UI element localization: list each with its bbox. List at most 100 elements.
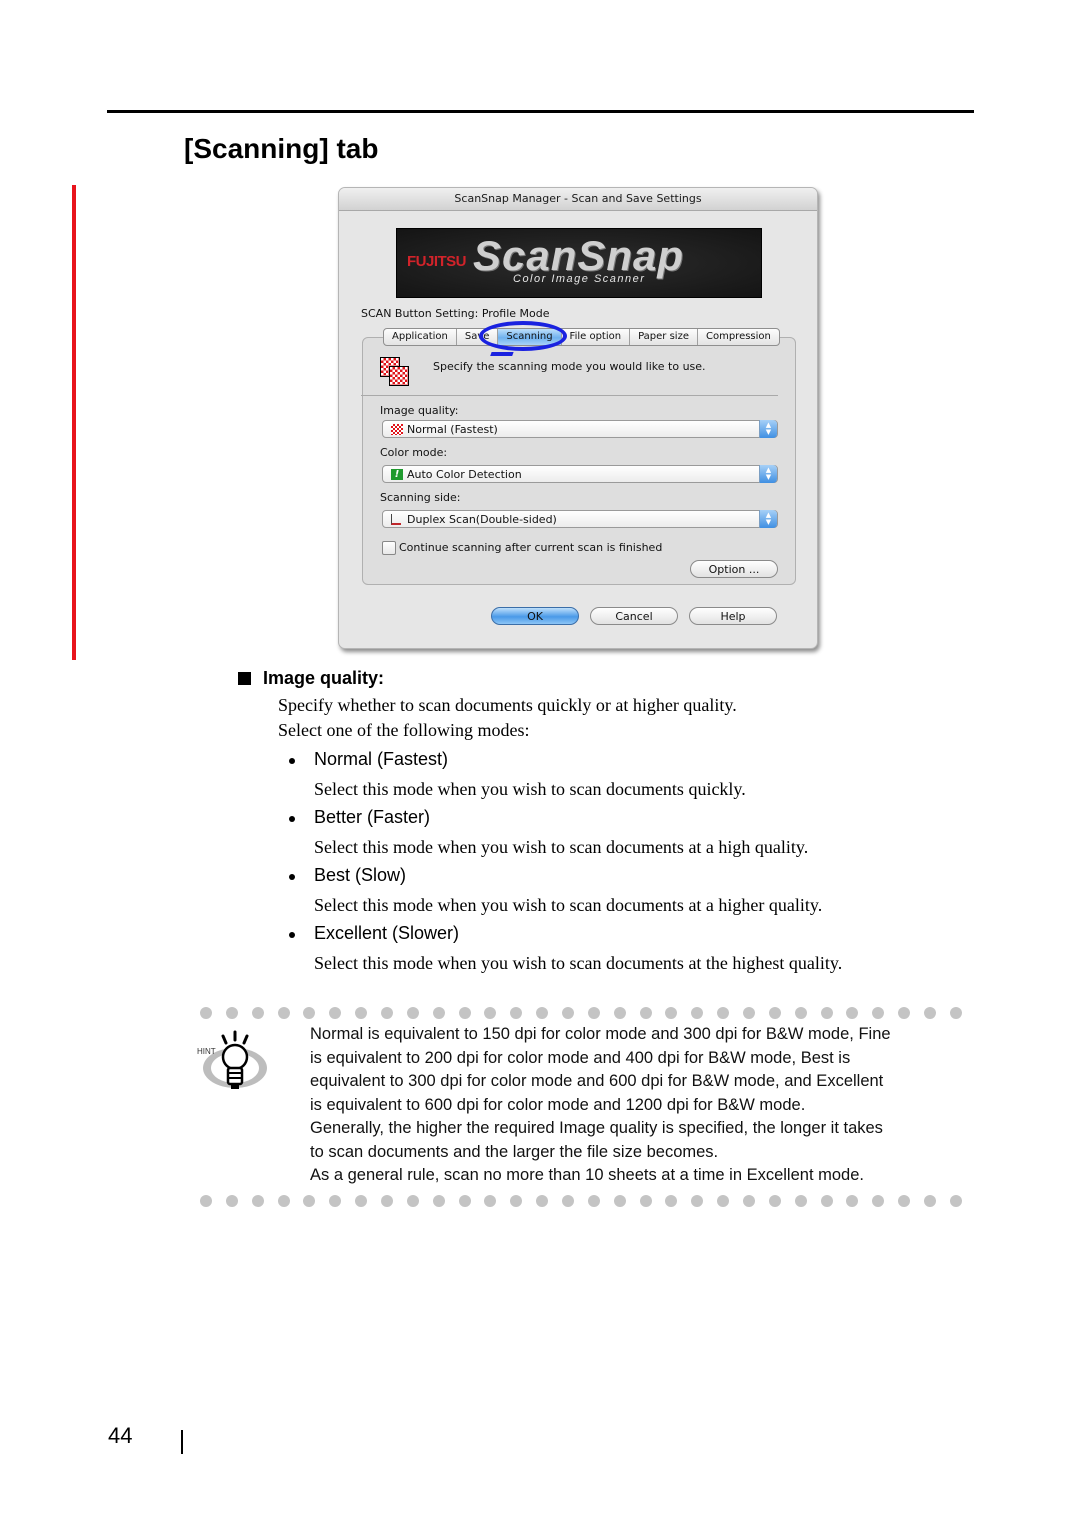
bullet-icon [289,932,295,938]
divider-dot [717,1007,730,1019]
hint-line: Generally, the higher the required Image… [310,1119,883,1137]
mode-name: Best (Slow) [314,865,407,885]
tab-application[interactable]: Application [384,329,457,345]
hint-lightbulb-icon: HINT [197,1028,269,1098]
divider-dot [665,1195,678,1207]
divider-dot [303,1195,316,1207]
hint-line: is equivalent to 600 dpi for color mode … [310,1095,806,1114]
divider-dot [820,1195,833,1207]
divider-dot [898,1195,911,1207]
image-quality-heading: Image quality: [263,668,385,688]
mode-description: Select this mode when you wish to scan d… [314,779,746,799]
divider-dot [587,1007,600,1019]
tab-file-option[interactable]: File option [562,329,631,345]
divider-dot [458,1195,471,1207]
image-quality-label: Image quality: [380,404,459,417]
divider-dot [536,1195,549,1207]
option-button[interactable]: Option ... [690,560,778,578]
hint-line: As a general rule, scan no more than 10 … [310,1166,864,1184]
intro-line-2: Select one of the following modes: [278,720,530,740]
divider-dot [484,1195,497,1207]
hint-line: equivalent to 300 dpi for color mode and… [310,1072,884,1090]
divider-dot [251,1007,264,1019]
mode-name: Better (Faster) [314,807,431,827]
divider-dot [406,1007,419,1019]
divider-dot [949,1195,962,1207]
scanning-mode-icon [380,357,410,386]
divider-dot [432,1195,445,1207]
hint-line: to scan documents and the larger the fil… [310,1142,719,1161]
divider-dot [458,1007,471,1019]
tab-bar: Application Save Scanning File option Pa… [383,328,780,346]
tab-compression[interactable]: Compression [698,329,779,345]
divider-dot [329,1007,342,1019]
auto-color-icon: ! [391,469,403,480]
scanning-side-label: Scanning side: [380,491,461,504]
divider-dot [200,1195,212,1207]
page-number-divider [181,1430,183,1454]
divider-dot [277,1007,290,1019]
scanning-side-value: Duplex Scan(Double-sided) [407,513,557,526]
cancel-button[interactable]: Cancel [590,607,678,625]
divider-dot [225,1007,238,1019]
scanning-side-select[interactable]: Duplex Scan(Double-sided) ▲ ▼ [382,510,778,528]
divider-dot [665,1007,678,1019]
mode-name: Excellent (Slower) [314,923,460,943]
mode-name: Normal (Fastest) [314,749,449,769]
color-mode-value: Auto Color Detection [407,468,522,481]
divider-dot [794,1007,807,1019]
color-mode-label: Color mode: [380,446,448,459]
divider-dot [743,1195,756,1207]
divider-dot [225,1195,238,1207]
divider-dot [639,1007,652,1019]
divider-dot [381,1195,394,1207]
divider-dot [898,1007,911,1019]
fujitsu-logo: FUJITSU [407,253,467,270]
divider-dot [355,1195,368,1207]
bullet-icon [289,874,295,880]
hint-line: Normal is equivalent to 150 dpi for colo… [310,1025,891,1043]
popup-arrows-icon: ▲ ▼ [759,465,777,483]
section-bullet-icon [238,672,251,685]
duplex-icon [391,514,401,525]
divider-dot [587,1195,600,1207]
divider-dot [717,1195,730,1207]
divider-dot [329,1195,342,1207]
popup-arrows-icon: ▲ ▼ [759,420,777,438]
divider-dot [768,1007,781,1019]
continue-scanning-checkbox[interactable] [382,541,396,555]
hint-label: HINT [197,1047,216,1056]
tab-paper-size[interactable]: Paper size [630,329,698,345]
image-quality-select[interactable]: Normal (Fastest) ▲ ▼ [382,420,778,438]
divider-dot [691,1195,704,1207]
divider-dot [303,1007,316,1019]
help-button[interactable]: Help [689,607,777,625]
divider-dot [924,1195,937,1207]
hint-top-divider [200,1007,962,1019]
checkered-quality-icon [391,424,403,435]
section-title: [Scanning] tab [184,133,379,164]
page-number: 44 [108,1423,133,1448]
profile-mode-label: SCAN Button Setting: Profile Mode [361,307,550,320]
highlight-circle-tail [490,346,516,356]
highlight-circle [479,321,567,351]
divider-dot [794,1195,807,1207]
continue-scanning-label: Continue scanning after current scan is … [399,541,663,554]
banner-subtitle: Color Image Scanner [513,273,646,285]
separator [361,395,778,396]
divider-dot [381,1007,394,1019]
bullet-icon [289,758,295,764]
ok-button[interactable]: OK [491,607,579,625]
divider-dot [510,1007,523,1019]
color-mode-select[interactable]: ! Auto Color Detection ▲ ▼ [382,465,778,483]
bullet-icon [289,816,295,822]
divider-dot [820,1007,833,1019]
hint-bottom-divider [200,1195,962,1207]
divider-dot [536,1007,549,1019]
hint-line: is equivalent to 200 dpi for color mode … [310,1048,851,1067]
divider-dot [639,1195,652,1207]
divider-dot [872,1195,885,1207]
divider-dot [200,1007,212,1019]
divider-dot [743,1007,756,1019]
divider-dot [613,1195,626,1207]
